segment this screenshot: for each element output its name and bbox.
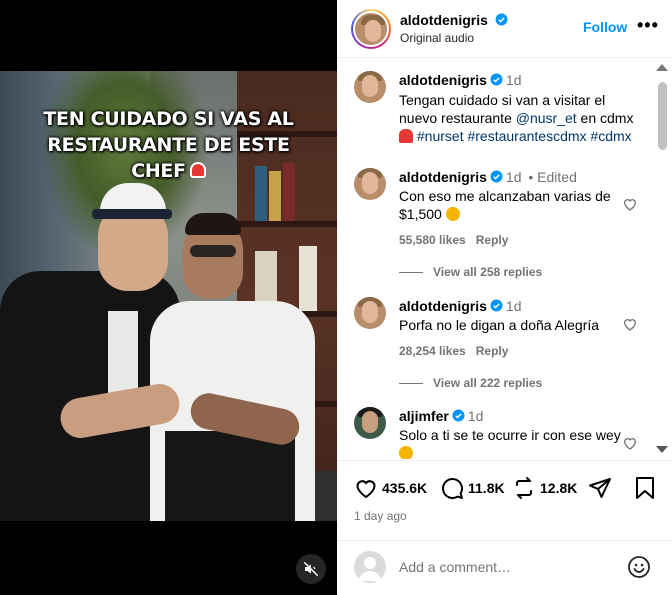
repost-icon <box>516 477 532 499</box>
siren-emoji-icon <box>399 129 413 143</box>
verified-badge-icon <box>490 299 503 312</box>
more-options-icon[interactable]: ••• <box>637 16 658 37</box>
comment-input[interactable] <box>399 555 619 579</box>
siren-emoji-icon <box>189 162 206 178</box>
scrollbar-thumb[interactable] <box>658 82 667 150</box>
verified-badge-icon <box>452 409 465 422</box>
avatar[interactable] <box>354 168 386 200</box>
comment-time[interactable]: 1d <box>506 298 522 314</box>
comment-author-row: aldotdenigris 1d <box>399 298 521 314</box>
caption-author-row: aldotdenigris 1d <box>399 72 521 88</box>
video-sunglasses <box>190 245 236 257</box>
reply-button[interactable]: Reply <box>476 344 509 358</box>
view-replies-label[interactable]: View all 222 replies <box>433 376 542 390</box>
post-date[interactable]: 1 day ago <box>354 509 407 523</box>
overlay-caption-line: CHEF <box>18 158 319 184</box>
comment-username[interactable]: aldotdenigris <box>399 169 487 185</box>
scroll-up-arrow-icon[interactable] <box>656 64 668 71</box>
author-username[interactable]: aldotdenigris <box>400 12 488 28</box>
like-comment-heart-icon[interactable] <box>622 196 638 212</box>
mute-button[interactable] <box>296 554 326 584</box>
original-audio-link[interactable]: Original audio <box>400 31 474 45</box>
reply-button[interactable]: Reply <box>476 233 509 247</box>
comment-count[interactable]: 11.8K <box>468 480 505 496</box>
video-overlay-caption: TEN CUIDADO SI VAS AL RESTAURANTE DE EST… <box>0 106 337 184</box>
author-username-row[interactable]: aldotdenigris <box>400 12 508 30</box>
comment-likes[interactable]: 28,254 likes <box>399 344 466 358</box>
comment-body: Solo a ti se te ocurre ir con ese wey <box>399 427 621 443</box>
reel-video-pane[interactable]: TEN CUIDADO SI VAS AL RESTAURANTE DE EST… <box>0 0 337 595</box>
avatar[interactable] <box>354 407 386 439</box>
comment-author-row: aljimfer 1d <box>399 408 483 424</box>
emoji-smiley-icon[interactable] <box>627 555 651 579</box>
like-button[interactable]: 435.6K <box>354 476 427 500</box>
video-hair <box>185 213 241 235</box>
verified-badge-icon <box>490 73 503 86</box>
caption-username[interactable]: aldotdenigris <box>399 72 487 88</box>
view-replies-line <box>399 383 423 385</box>
comment-author-row: aldotdenigris 1d • Edited <box>399 169 577 185</box>
repost-button[interactable]: 12.8K <box>512 476 577 500</box>
scroll-down-arrow-icon[interactable] <box>656 446 668 453</box>
comment-text: Solo a ti se te ocurre ir con ese wey <box>399 426 624 459</box>
comment-text: Con eso me alcanzaban varias de $1,500 <box>399 187 624 223</box>
speaker-muted-icon <box>303 561 319 577</box>
comment-meta: 28,254 likes Reply <box>399 344 508 358</box>
comment-bubble-icon <box>442 478 464 500</box>
verified-badge-icon <box>495 13 508 26</box>
post-header: aldotdenigris Original audio Follow ••• <box>337 0 672 58</box>
avatar[interactable] <box>354 71 386 103</box>
view-replies-button[interactable]: View all 258 replies <box>399 265 542 279</box>
overlay-caption-word: CHEF <box>131 160 186 182</box>
caption-body-end: en cdmx <box>576 110 634 126</box>
comment-meta: 55,580 likes Reply <box>399 233 508 247</box>
comment-body: Con eso me alcanzaban varias de $1,500 <box>399 188 611 222</box>
overlay-caption-line: TEN CUIDADO SI VAS AL <box>43 108 294 130</box>
author-avatar[interactable] <box>353 11 389 47</box>
like-comment-heart-icon[interactable] <box>622 435 638 451</box>
crying-face-emoji-icon <box>445 207 460 221</box>
send-paper-plane-icon <box>589 478 611 498</box>
like-count[interactable]: 435.6K <box>382 480 427 496</box>
repost-count[interactable]: 12.8K <box>540 480 577 496</box>
avatar[interactable] <box>354 297 386 329</box>
author-avatar-story-ring[interactable] <box>351 9 391 49</box>
hashtag-links[interactable]: #nurset #restaurantescdmx #cdmx <box>417 128 632 144</box>
overlay-caption-line: RESTAURANTE DE ESTE <box>47 134 290 156</box>
current-user-avatar[interactable] <box>354 551 386 583</box>
comment-username[interactable]: aljimfer <box>399 408 449 424</box>
comment-button[interactable]: 11.8K <box>440 476 505 500</box>
mention-link[interactable]: @nusr_et <box>516 110 577 126</box>
heart-icon <box>356 480 376 499</box>
caption-text: Tengan cuidado si van a visitar el nuevo… <box>399 91 639 145</box>
view-replies-line <box>399 272 423 274</box>
caption-time[interactable]: 1d <box>506 72 522 88</box>
verified-badge-icon <box>490 170 503 183</box>
save-button[interactable] <box>634 476 656 500</box>
grimace-emoji-icon <box>399 446 413 459</box>
comment-username[interactable]: aldotdenigris <box>399 298 487 314</box>
bookmark-icon <box>636 477 654 499</box>
follow-button[interactable]: Follow <box>583 19 627 35</box>
default-user-icon <box>358 557 382 581</box>
post-actions-bar: 435.6K 11.8K 12.8K 1 day ago <box>337 460 672 540</box>
like-comment-heart-icon[interactable] <box>622 316 638 332</box>
view-replies-button[interactable]: View all 222 replies <box>399 376 542 390</box>
video-person-right-pants <box>165 431 295 521</box>
comment-composer <box>337 540 672 595</box>
share-button[interactable] <box>588 476 612 500</box>
comment-text: Porfa no le digan a doña Alegría <box>399 317 600 333</box>
view-replies-label[interactable]: View all 258 replies <box>433 265 542 279</box>
comments-list[interactable]: aldotdenigris 1d Tengan cuidado si van a … <box>337 59 672 459</box>
comment-edited-label: • Edited <box>528 169 577 185</box>
comment-time[interactable]: 1d <box>468 408 484 424</box>
comment-time[interactable]: 1d <box>506 169 522 185</box>
video-cap-brim <box>92 209 172 219</box>
comment-likes[interactable]: 55,580 likes <box>399 233 466 247</box>
post-side-panel: aldotdenigris Original audio Follow ••• … <box>337 0 672 595</box>
